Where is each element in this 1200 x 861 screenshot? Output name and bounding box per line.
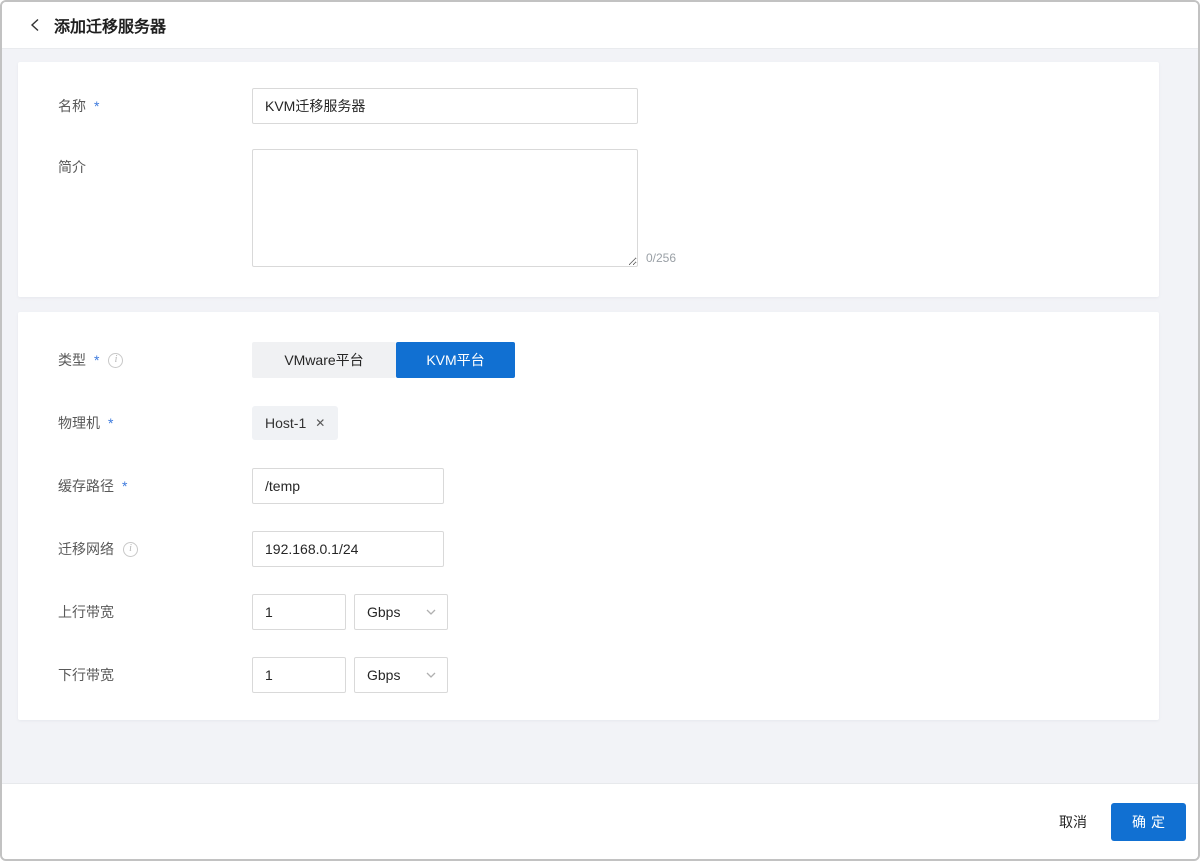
upstream-bandwidth-row: 上行带宽 Gbps	[18, 594, 1159, 630]
downstream-bandwidth-label: 下行带宽	[58, 657, 252, 693]
host-row: 物理机* Host-1 ✕	[18, 405, 1159, 441]
action-footer: 取消 确定	[2, 783, 1198, 859]
kvm-platform-button[interactable]: KVM平台	[396, 342, 515, 378]
chevron-down-icon	[425, 606, 437, 618]
host-tag[interactable]: Host-1 ✕	[252, 406, 338, 440]
downstream-bandwidth-input[interactable]	[252, 657, 346, 693]
page-header: 添加迁移服务器	[2, 2, 1198, 49]
cancel-button[interactable]: 取消	[1059, 812, 1087, 832]
config-card: 类型* i VMware平台 KVM平台 物理机* Host-1 ✕	[18, 312, 1159, 720]
host-tag-label: Host-1	[265, 415, 306, 431]
required-mark: *	[122, 468, 127, 504]
required-mark: *	[94, 342, 99, 378]
confirm-button[interactable]: 确定	[1111, 803, 1186, 841]
page-title: 添加迁移服务器	[54, 13, 166, 37]
migration-network-input[interactable]	[252, 531, 444, 567]
add-migration-server-page: 添加迁移服务器 名称* 简介 0/256	[0, 0, 1200, 861]
required-mark: *	[108, 405, 113, 441]
description-field-wrap: 0/256	[252, 149, 676, 267]
downstream-unit-value: Gbps	[367, 667, 400, 683]
back-icon[interactable]	[26, 15, 46, 35]
char-counter: 0/256	[646, 250, 676, 267]
description-textarea[interactable]	[252, 149, 638, 267]
migration-network-label: 迁移网络 i	[58, 531, 252, 567]
name-label: 名称*	[58, 88, 252, 124]
form-content: 名称* 简介 0/256 类型* i	[2, 49, 1198, 783]
remove-tag-icon[interactable]: ✕	[315, 417, 325, 429]
platform-type-toggle: VMware平台 KVM平台	[252, 342, 515, 378]
type-label: 类型* i	[58, 342, 252, 378]
description-label: 简介	[58, 149, 252, 185]
migration-network-row: 迁移网络 i	[18, 531, 1159, 567]
info-icon[interactable]: i	[123, 542, 138, 557]
chevron-down-icon	[425, 669, 437, 681]
cache-path-row: 缓存路径*	[18, 468, 1159, 504]
upstream-unit-value: Gbps	[367, 604, 400, 620]
basic-info-card: 名称* 简介 0/256	[18, 62, 1159, 297]
upstream-unit-select[interactable]: Gbps	[354, 594, 448, 630]
host-label: 物理机*	[58, 405, 252, 441]
cache-path-input[interactable]	[252, 468, 444, 504]
type-row: 类型* i VMware平台 KVM平台	[18, 342, 1159, 378]
upstream-bandwidth-input[interactable]	[252, 594, 346, 630]
vmware-platform-button[interactable]: VMware平台	[252, 342, 396, 378]
downstream-bandwidth-row: 下行带宽 Gbps	[18, 657, 1159, 693]
info-icon[interactable]: i	[108, 353, 123, 368]
upstream-bandwidth-label: 上行带宽	[58, 594, 252, 630]
required-mark: *	[94, 88, 99, 124]
name-row: 名称*	[18, 88, 1159, 124]
name-input[interactable]	[252, 88, 638, 124]
downstream-unit-select[interactable]: Gbps	[354, 657, 448, 693]
description-row: 简介 0/256	[18, 149, 1159, 267]
cache-path-label: 缓存路径*	[58, 468, 252, 504]
